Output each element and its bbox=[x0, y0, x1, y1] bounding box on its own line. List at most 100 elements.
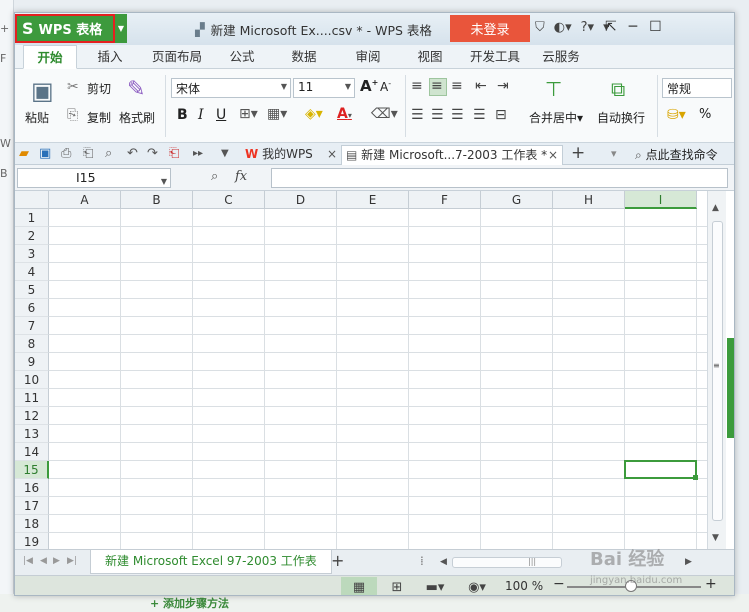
fill-color-icon[interactable]: ◈▾ bbox=[305, 106, 323, 122]
paste-icon[interactable]: ▣ bbox=[31, 77, 54, 105]
new-tab-button[interactable]: + bbox=[571, 143, 585, 163]
close-tab-icon[interactable]: × bbox=[327, 145, 337, 163]
select-all-corner[interactable] bbox=[15, 191, 49, 209]
wrap-text-icon[interactable]: ⧉ bbox=[611, 77, 625, 101]
sheet-tab-active[interactable]: 新建 Microsoft Excel 97-2003 工作表 bbox=[90, 550, 332, 574]
horizontal-scroll-thumb[interactable] bbox=[452, 557, 562, 568]
scroll-left-icon[interactable]: ◀ bbox=[440, 557, 447, 567]
tab-formulas[interactable]: 公式 bbox=[217, 45, 267, 69]
row-header-10[interactable]: 10 bbox=[15, 371, 49, 389]
row-header-16[interactable]: 16 bbox=[15, 479, 49, 497]
reading-mode-button[interactable]: ▬▾ bbox=[417, 577, 453, 595]
row-header-12[interactable]: 12 bbox=[15, 407, 49, 425]
column-header-e[interactable]: E bbox=[337, 191, 409, 209]
row-header-19[interactable]: 19 bbox=[15, 533, 49, 549]
doctab-current[interactable]: ▤ 新建 Microsoft...7-2003 工作表 * × bbox=[341, 145, 563, 165]
zoom-lookup-icon[interactable]: ⌕ bbox=[211, 169, 218, 184]
column-header-f[interactable]: F bbox=[409, 191, 481, 209]
underline-button[interactable]: U bbox=[216, 107, 226, 123]
paste-button[interactable]: 粘贴 bbox=[25, 109, 49, 126]
column-header-b[interactable]: B bbox=[121, 191, 193, 209]
zoom-out-button[interactable]: − bbox=[553, 576, 565, 592]
justify-icon[interactable]: ☰ bbox=[473, 107, 486, 123]
align-top-icon[interactable]: ≡ bbox=[411, 78, 423, 94]
add-step-link[interactable]: + 添加步骤方法 bbox=[150, 595, 229, 611]
tab-home[interactable]: 开始 bbox=[23, 45, 77, 69]
insert-function-button[interactable]: fx bbox=[235, 169, 247, 184]
active-cell[interactable] bbox=[624, 460, 697, 479]
quick-tool-icon[interactable]: ⎗ bbox=[169, 146, 179, 161]
font-color-button[interactable]: A▾ bbox=[337, 106, 352, 122]
column-header-g[interactable]: G bbox=[481, 191, 553, 209]
row-header-11[interactable]: 11 bbox=[15, 389, 49, 407]
align-center-icon[interactable]: ☰ bbox=[431, 107, 444, 123]
cut-button[interactable]: 剪切 bbox=[87, 80, 111, 97]
row-header-2[interactable]: 2 bbox=[15, 227, 49, 245]
bold-button[interactable]: B bbox=[177, 107, 188, 123]
next-sheet-icon[interactable]: ▶ bbox=[53, 556, 60, 566]
font-name-select[interactable]: 宋体 ▼ bbox=[171, 78, 291, 98]
tab-developer[interactable]: 开发工具 bbox=[465, 45, 525, 69]
page-break-view-button[interactable]: ⊞ bbox=[379, 577, 415, 595]
row-header-6[interactable]: 6 bbox=[15, 299, 49, 317]
row-header-18[interactable]: 18 bbox=[15, 515, 49, 533]
skin-icon[interactable]: ◐▾ bbox=[554, 20, 572, 35]
close-tab-icon[interactable]: × bbox=[548, 146, 558, 164]
tab-page-layout[interactable]: 页面布局 bbox=[147, 45, 207, 69]
scroll-up-icon[interactable]: ▲ bbox=[712, 203, 719, 213]
redo-icon[interactable]: ↷ bbox=[147, 146, 158, 161]
tab-cloud[interactable]: 云服务 bbox=[535, 45, 587, 69]
row-header-5[interactable]: 5 bbox=[15, 281, 49, 299]
row-header-14[interactable]: 14 bbox=[15, 443, 49, 461]
formula-input[interactable] bbox=[271, 168, 728, 188]
grow-font-button[interactable]: A+ bbox=[360, 77, 378, 95]
name-box[interactable]: I15 ▼ bbox=[17, 168, 171, 188]
print-preview-icon[interactable]: ⎗ bbox=[83, 146, 93, 161]
copy-icon[interactable]: ⎘ bbox=[67, 107, 78, 123]
merge-center-icon[interactable]: ⊤ bbox=[545, 77, 562, 101]
hscroll-divider[interactable]: ⁞ bbox=[420, 554, 424, 568]
align-left-icon[interactable]: ☰ bbox=[411, 107, 424, 123]
vertical-scroll-thumb[interactable] bbox=[712, 221, 723, 521]
wrap-text-button[interactable]: 自动换行 bbox=[597, 109, 645, 126]
distributed-icon[interactable]: ⊟ bbox=[495, 107, 507, 123]
merge-border-icon[interactable]: ▦▾ bbox=[267, 106, 287, 122]
add-sheet-button[interactable]: + bbox=[331, 551, 344, 570]
tab-data[interactable]: 数据 bbox=[279, 45, 329, 69]
row-header-15[interactable]: 15 bbox=[15, 461, 49, 479]
tab-list-arrow-icon[interactable]: ▾ bbox=[611, 147, 617, 160]
border-icon[interactable]: ⊞▾ bbox=[239, 106, 258, 122]
tab-insert[interactable]: 插入 bbox=[85, 45, 135, 69]
row-header-13[interactable]: 13 bbox=[15, 425, 49, 443]
eye-protection-button[interactable]: ◉▾ bbox=[459, 577, 495, 595]
merge-center-button[interactable]: 合并居中▾ bbox=[529, 109, 583, 126]
last-sheet-icon[interactable]: ▶| bbox=[67, 556, 77, 566]
command-search[interactable]: ⌕ 点此查找命令 bbox=[635, 146, 718, 163]
shrink-font-button[interactable]: A- bbox=[380, 79, 391, 94]
row-header-9[interactable]: 9 bbox=[15, 353, 49, 371]
save-icon[interactable]: ▣ bbox=[39, 146, 51, 161]
login-button[interactable]: 未登录 bbox=[450, 15, 530, 42]
vertical-scrollbar[interactable]: ▲ ≡ ▼ bbox=[707, 191, 726, 549]
cut-icon[interactable]: ✂ bbox=[67, 79, 79, 95]
doctab-my-wps[interactable]: W 我的WPS × bbox=[241, 145, 339, 165]
scroll-down-icon[interactable]: ▼ bbox=[712, 533, 719, 543]
wps-app-menu-button[interactable]: S WPS 表格 bbox=[15, 14, 115, 43]
align-middle-icon[interactable]: ≡ bbox=[431, 78, 443, 94]
number-format-select[interactable]: 常规 bbox=[662, 78, 732, 98]
format-painter-icon[interactable]: ✎ bbox=[127, 77, 145, 102]
shirt-icon[interactable]: ⛉ bbox=[535, 20, 545, 35]
currency-icon[interactable]: ⛁▾ bbox=[667, 107, 686, 123]
fill-handle[interactable] bbox=[693, 475, 698, 480]
maximize-icon[interactable]: ☐ bbox=[649, 19, 662, 35]
scroll-right-icon[interactable]: ▶ bbox=[685, 557, 692, 567]
restore-window-icon[interactable]: ⇱ bbox=[605, 19, 617, 35]
clear-format-icon[interactable]: ⌫▾ bbox=[371, 106, 398, 122]
row-header-4[interactable]: 4 bbox=[15, 263, 49, 281]
tab-view[interactable]: 视图 bbox=[405, 45, 455, 69]
copy-button[interactable]: 复制 bbox=[87, 109, 111, 126]
undo-icon[interactable]: ↶ bbox=[127, 146, 138, 161]
zoom-in-button[interactable]: + bbox=[705, 576, 717, 592]
zoom-level[interactable]: 100 % bbox=[505, 579, 543, 593]
format-painter-button[interactable]: 格式刷 bbox=[119, 109, 155, 126]
